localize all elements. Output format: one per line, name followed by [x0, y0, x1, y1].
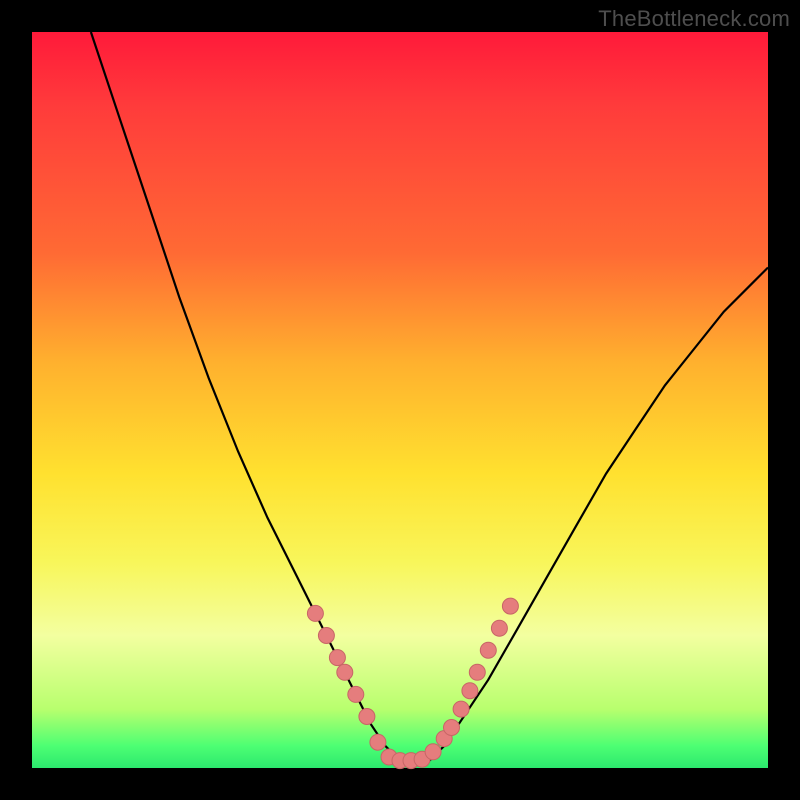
data-marker — [480, 642, 496, 658]
data-marker — [444, 720, 460, 736]
watermark-text: TheBottleneck.com — [598, 6, 790, 32]
data-marker — [462, 683, 478, 699]
data-marker — [491, 620, 507, 636]
chart-frame: TheBottleneck.com — [0, 0, 800, 800]
data-marker — [370, 734, 386, 750]
data-marker — [469, 664, 485, 680]
data-marker — [453, 701, 469, 717]
data-marker — [359, 709, 375, 725]
data-marker — [307, 605, 323, 621]
data-marker — [425, 744, 441, 760]
data-marker — [318, 628, 334, 644]
bottleneck-curve — [32, 32, 768, 768]
data-marker — [329, 650, 345, 666]
data-marker — [337, 664, 353, 680]
data-marker — [348, 686, 364, 702]
data-marker — [502, 598, 518, 614]
curve-path — [91, 32, 768, 761]
plot-area — [32, 32, 768, 768]
